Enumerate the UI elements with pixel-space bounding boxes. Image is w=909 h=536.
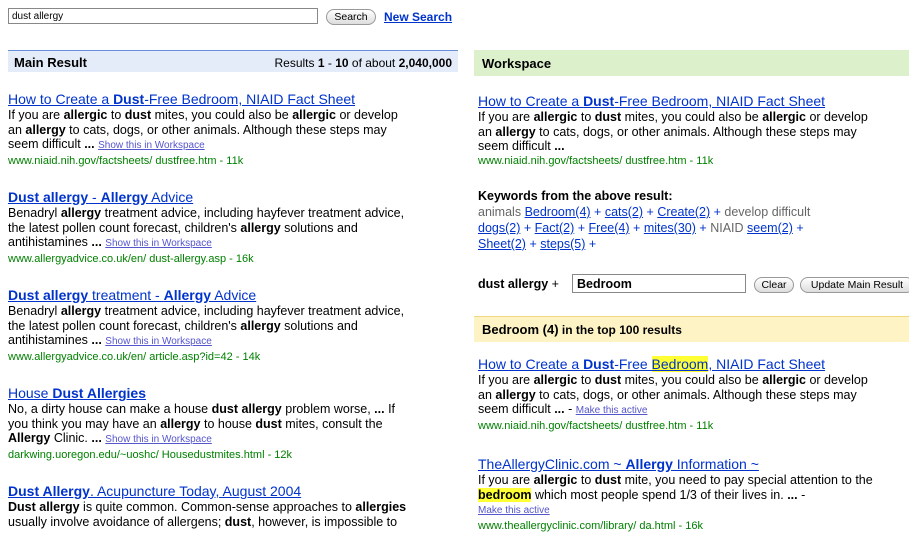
keyword-result-item: How to Create a Dust-Free Bedroom, NIAID… xyxy=(478,356,909,433)
result-snippet: No, a dirty house can make a house dust … xyxy=(8,402,396,445)
result-title-link[interactable]: TheAllergyClinic.com ~ Allergy Informati… xyxy=(478,456,909,473)
keyword-link[interactable]: Create(2) xyxy=(657,205,710,219)
result-title-link[interactable]: How to Create a Dust-Free Bedroom, NIAID… xyxy=(478,356,909,373)
keyword-link[interactable]: mites(30) xyxy=(644,221,696,235)
keywords-title: Keywords from the above result: xyxy=(478,189,673,203)
keyword-plain: NIAID xyxy=(710,221,744,235)
workspace-panel: Workspace How to Create a Dust-Free Bedr… xyxy=(474,50,909,536)
result-item: House Dust Allergies No, a dirty house c… xyxy=(8,385,458,462)
keyword-link[interactable]: cats(2) xyxy=(605,205,643,219)
result-url: www.allergyadvice.co.uk/en/ article.asp?… xyxy=(8,350,261,363)
keyword-plus[interactable]: + xyxy=(594,205,601,219)
result-item: Dust allergy treatment - Allergy Advice … xyxy=(8,287,458,364)
keywords-list: animals Bedroom(4) + cats(2) + Create(2)… xyxy=(478,204,909,252)
workspace-header: Workspace xyxy=(474,50,909,76)
result-item: Dust Allergy. Acupuncture Today, August … xyxy=(8,483,458,529)
workspace-result-item: How to Create a Dust-Free Bedroom, NIAID… xyxy=(478,93,909,168)
new-search-link[interactable]: New Search xyxy=(384,10,452,24)
refine-query-row: dust allergy + Clear Update Main Result xyxy=(478,274,909,294)
keywords-section: Keywords from the above result: animals … xyxy=(478,188,909,252)
show-in-workspace-link[interactable]: Show this in Workspace xyxy=(105,336,212,347)
result-title-link[interactable]: How to Create a Dust-Free Bedroom, NIAID… xyxy=(8,91,458,108)
result-title-link[interactable]: Dust Allergy. Acupuncture Today, August … xyxy=(8,483,458,500)
keyword-link[interactable]: Free(4) xyxy=(589,221,630,235)
keyword-plus[interactable]: + xyxy=(524,221,531,235)
keyword-link[interactable]: steps(5) xyxy=(540,237,585,251)
result-url: www.niaid.nih.gov/factsheets/ dustfree.h… xyxy=(478,419,714,432)
result-title-link[interactable]: How to Create a Dust-Free Bedroom, NIAID… xyxy=(478,93,909,110)
result-snippet: Benadryl allergy treatment advice, inclu… xyxy=(8,304,405,347)
keyword-plus[interactable]: + xyxy=(714,205,721,219)
keyword-plus[interactable]: + xyxy=(589,237,596,251)
show-in-workspace-link[interactable]: Show this in Workspace xyxy=(105,238,212,249)
result-url: darkwing.uoregon.edu/~uoshc/ Housedustmi… xyxy=(8,448,293,461)
result-snippet: Dust allergy is quite common. Common-sen… xyxy=(8,500,407,529)
keyword-link[interactable]: seem(2) xyxy=(747,221,793,235)
keyword-plus[interactable]: + xyxy=(633,221,640,235)
make-active-link[interactable]: Make this active xyxy=(478,505,550,516)
result-snippet: If you are allergic to dust mites, you c… xyxy=(478,110,868,153)
show-in-workspace-link[interactable]: Show this in Workspace xyxy=(105,434,212,445)
keyword-plus[interactable]: + xyxy=(647,205,654,219)
update-main-result-button[interactable]: Update Main Result xyxy=(800,277,909,293)
keyword-plain: difficult xyxy=(771,205,811,219)
main-results-panel: Main Result Results 1 - 10 of about 2,04… xyxy=(8,50,458,529)
keyword-plus[interactable]: + xyxy=(699,221,706,235)
results-count: Results 1 - 10 of about 2,040,000 xyxy=(274,56,452,70)
result-snippet: Benadryl allergy treatment advice, inclu… xyxy=(8,206,405,249)
result-url: www.theallergyclinic.com/library/ da.htm… xyxy=(478,519,703,532)
refine-keyword-input[interactable] xyxy=(572,274,746,293)
keyword-plus[interactable]: + xyxy=(529,237,536,251)
result-url: www.allergyadvice.co.uk/en/ dust-allergy… xyxy=(8,252,254,265)
workspace-title: Workspace xyxy=(482,56,552,71)
keyword-link[interactable]: Bedroom(4) xyxy=(525,205,591,219)
keyword-result-item: TheAllergyClinic.com ~ Allergy Informati… xyxy=(478,456,909,533)
keyword-plain: animals xyxy=(478,205,522,219)
show-in-workspace-link[interactable]: Show this in Workspace xyxy=(98,140,205,151)
keyword-results-header: Bedroom (4) in the top 100 results xyxy=(474,316,909,342)
search-input[interactable] xyxy=(8,8,318,24)
result-snippet: If you are allergic to dust mite, you ne… xyxy=(478,473,873,516)
result-url: www.niaid.nih.gov/factsheets/ dustfree.h… xyxy=(8,154,244,167)
main-results-header: Main Result Results 1 - 10 of about 2,04… xyxy=(8,50,458,72)
result-url: www.niaid.nih.gov/factsheets/ dustfree.h… xyxy=(478,154,714,167)
keyword-results-title: Bedroom (4) in the top 100 results xyxy=(482,322,682,337)
result-title-link[interactable]: Dust allergy - Allergy Advice xyxy=(8,189,458,206)
keyword-link[interactable]: Sheet(2) xyxy=(478,237,526,251)
result-title-link[interactable]: Dust allergy treatment - Allergy Advice xyxy=(8,287,458,304)
clear-button[interactable]: Clear xyxy=(754,277,794,293)
result-item: How to Create a Dust-Free Bedroom, NIAID… xyxy=(8,91,458,168)
keyword-link[interactable]: Fact(2) xyxy=(535,221,575,235)
make-active-link[interactable]: Make this active xyxy=(576,405,648,416)
keyword-plain: develop xyxy=(724,205,769,219)
result-snippet: If you are allergic to dust mites, you c… xyxy=(8,108,398,151)
result-snippet: If you are allergic to dust mites, you c… xyxy=(478,373,868,416)
refine-query-label: dust allergy + xyxy=(478,277,559,291)
keyword-plus[interactable]: + xyxy=(578,221,585,235)
keyword-link[interactable]: dogs(2) xyxy=(478,221,520,235)
main-results-title: Main Result xyxy=(14,55,87,70)
result-item: Dust allergy - Allergy Advice Benadryl a… xyxy=(8,189,458,266)
keyword-plus[interactable]: + xyxy=(796,221,803,235)
result-title-link[interactable]: House Dust Allergies xyxy=(8,385,458,402)
search-button[interactable]: Search xyxy=(326,9,376,25)
